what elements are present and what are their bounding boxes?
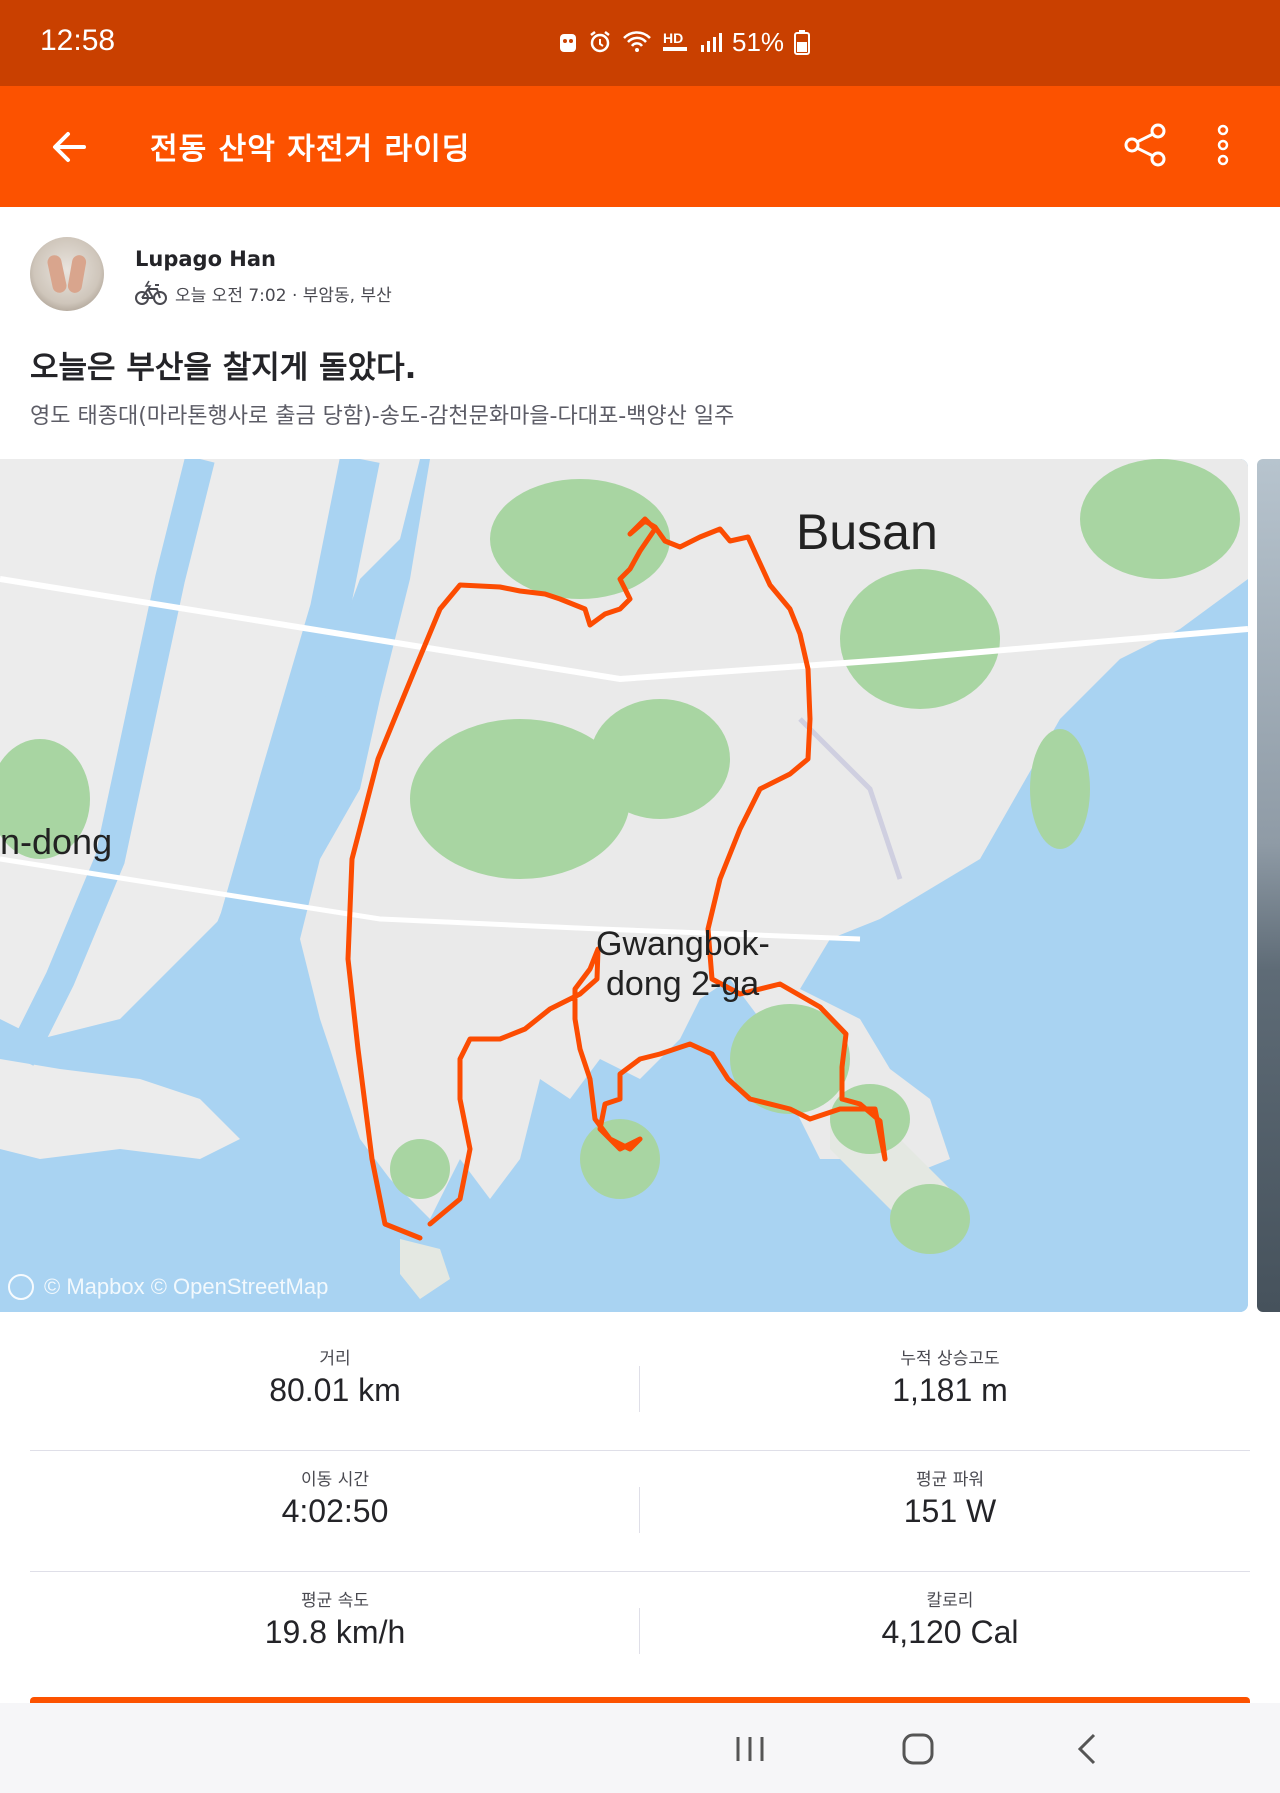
- stat-divider: [639, 1366, 640, 1412]
- stats-row: 거리 80.01 km 누적 상승고도 1,181 m: [30, 1330, 1250, 1451]
- stats-row: 평균 속도 19.8 km/h 칼로리 4,120 Cal: [30, 1572, 1250, 1692]
- stat-value: 80.01 km: [269, 1372, 401, 1408]
- stat-value: 1,181 m: [892, 1372, 1008, 1408]
- back-arrow-icon[interactable]: [44, 122, 94, 172]
- status-time: 12:58: [40, 24, 116, 57]
- stat-elevation-gain: 누적 상승고도 1,181 m: [645, 1330, 1255, 1450]
- stat-value: 151 W: [903, 1493, 997, 1529]
- athlete-name[interactable]: Lupago Han: [135, 247, 276, 271]
- stat-label: 거리: [319, 1349, 351, 1369]
- map-attribution[interactable]: © Mapbox © OpenStreetMap: [8, 1274, 328, 1300]
- activity-date-location: 오늘 오전 7:02 · 부암동, 부산: [175, 285, 392, 306]
- map-label-gwangbok: Gwangbok-: [596, 925, 770, 963]
- avatar[interactable]: [30, 237, 104, 311]
- page-title: 전동 산악 자전거 라이딩: [150, 132, 471, 167]
- stat-label: 평균 파워: [916, 1470, 984, 1490]
- stat-value: 4,120 Cal: [881, 1614, 1019, 1650]
- stats-row: 이동 시간 4:02:50 평균 파워 151 W: [30, 1451, 1250, 1572]
- next-media-preview[interactable]: [1257, 459, 1280, 1312]
- system-nav-bar: [0, 1703, 1280, 1793]
- app-bar: 전동 산악 자전거 라이딩: [0, 86, 1280, 207]
- stat-label: 칼로리: [926, 1591, 974, 1611]
- stat-label: 평균 속도: [301, 1591, 369, 1611]
- stat-value: 4:02:50: [281, 1493, 389, 1529]
- signal-icon: [701, 33, 722, 52]
- activity-stats: 거리 80.01 km 누적 상승고도 1,181 m 이동 시간 4:02:5…: [30, 1330, 1250, 1692]
- stat-calories: 칼로리 4,120 Cal: [645, 1572, 1255, 1692]
- wifi-icon: [623, 31, 651, 52]
- stat-avg-power: 평균 파워 151 W: [645, 1451, 1255, 1571]
- activity-description: 영도 태종대(마라톤행사로 출금 당함)-송도-감천문화마을-다대포-백양산 일…: [30, 404, 735, 429]
- stat-value: 19.8 km/h: [264, 1614, 406, 1650]
- stat-avg-speed: 평균 속도 19.8 km/h: [30, 1572, 640, 1692]
- e-mountain-bike-icon: [135, 280, 167, 305]
- activity-header: Lupago Han 오늘 오전 7:02 · 부암동, 부산: [0, 207, 1280, 327]
- stat-distance: 거리 80.01 km: [30, 1330, 640, 1450]
- mapbox-logo-icon: [8, 1274, 34, 1300]
- avatar-photo-detail: [66, 254, 88, 294]
- android-notify-icon: [560, 34, 576, 52]
- home-icon[interactable]: [894, 1725, 942, 1773]
- back-icon[interactable]: [1064, 1725, 1112, 1773]
- avatar-photo-detail: [46, 253, 68, 295]
- stat-divider: [639, 1487, 640, 1533]
- battery-percent: 51%: [732, 26, 785, 57]
- status-icons: HD 51%: [558, 22, 811, 62]
- recent-apps-icon[interactable]: [726, 1725, 774, 1773]
- stat-label: 누적 상승고도: [900, 1349, 1000, 1369]
- activity-title: 오늘은 부산을 찰지게 돌았다.: [30, 350, 417, 386]
- map-canvas: Busan n-dong Gwangbok- dong 2-ga: [0, 459, 1248, 1312]
- alarm-icon: [590, 31, 610, 53]
- status-bar: 12:58 HD 51%: [0, 0, 1280, 86]
- stat-moving-time: 이동 시간 4:02:50: [30, 1451, 640, 1571]
- stat-divider: [639, 1608, 640, 1654]
- stat-label: 이동 시간: [301, 1470, 369, 1490]
- map-label-busan: Busan: [796, 504, 938, 560]
- activity-meta: 오늘 오전 7:02 · 부암동, 부산: [135, 279, 392, 307]
- map-attribution-text: © Mapbox © OpenStreetMap: [44, 1274, 329, 1299]
- hd-label: HD: [663, 30, 683, 46]
- map-label-dong: n-dong: [0, 821, 112, 862]
- hd-voice-icon: HD: [663, 30, 687, 51]
- share-icon[interactable]: [1120, 120, 1170, 170]
- route-map[interactable]: Busan n-dong Gwangbok- dong 2-ga: [0, 459, 1248, 1312]
- battery-icon: [794, 30, 811, 55]
- map-label-gwangbok-2: dong 2-ga: [606, 965, 759, 1003]
- more-vert-icon[interactable]: [1208, 120, 1238, 170]
